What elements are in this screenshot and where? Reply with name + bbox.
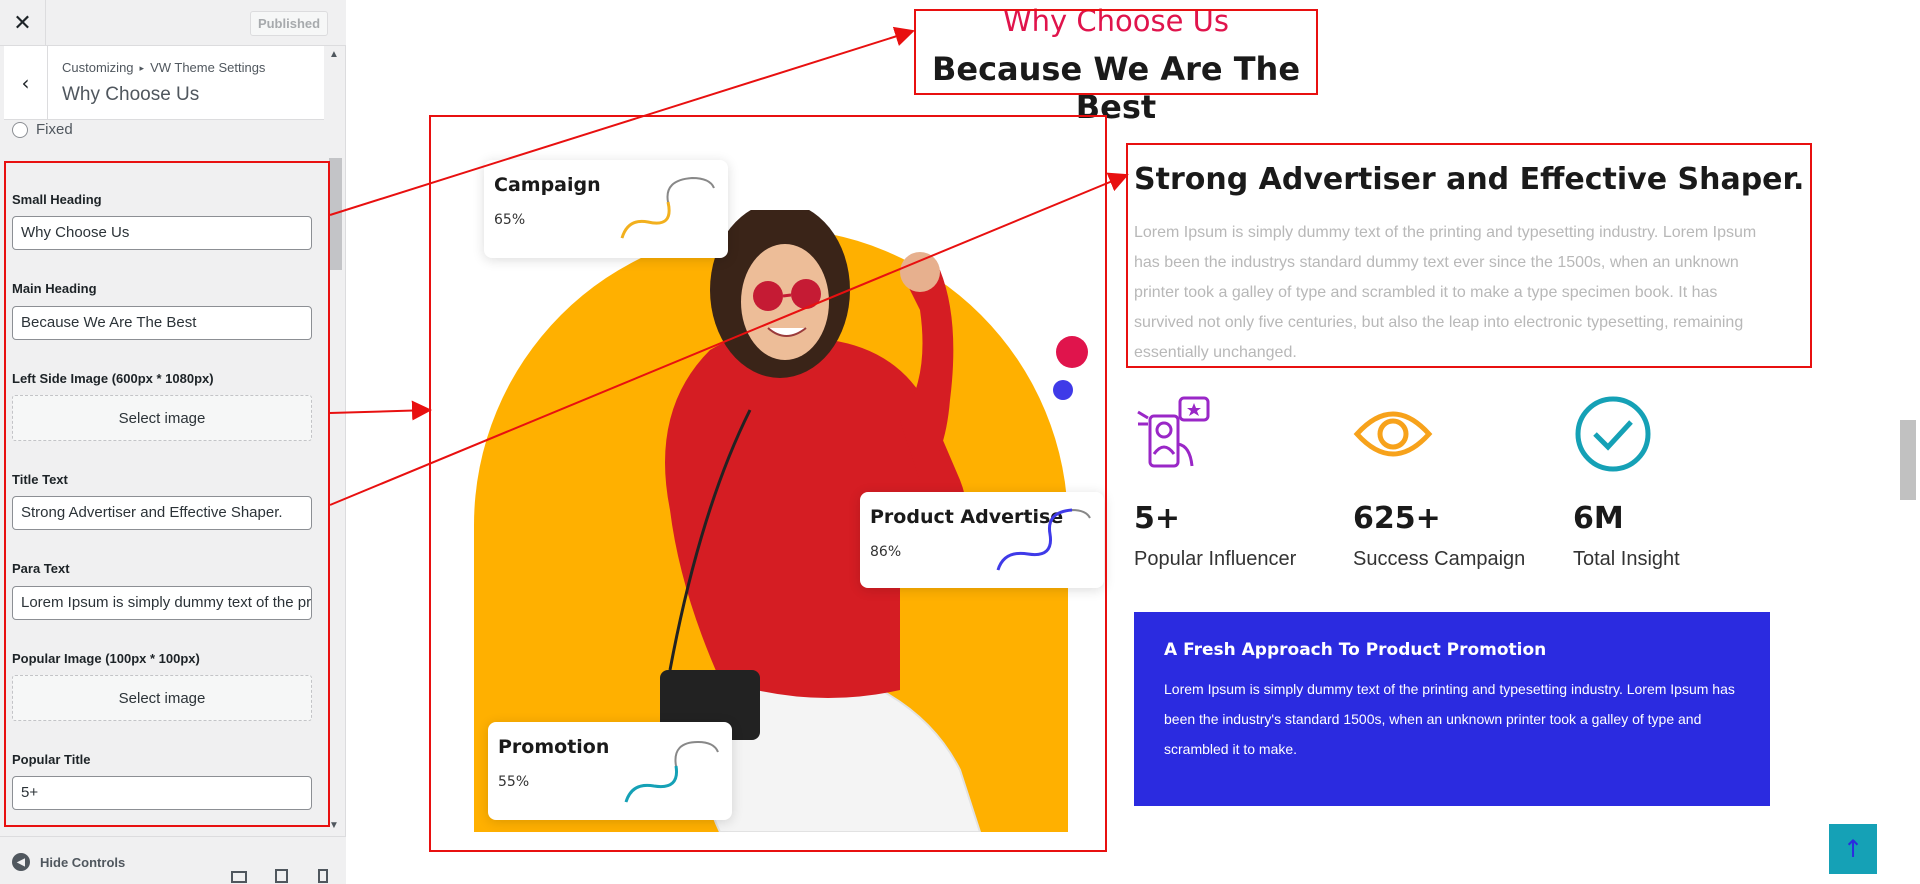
arrow-to-heading [329, 26, 915, 216]
arrow-to-text [329, 172, 1129, 506]
customizer-screen: ✕ Published ‹ Customizing ▸ VW Theme Setti… [0, 0, 1920, 884]
annotation-arrows [329, 26, 1129, 506]
arrow-to-image [329, 400, 432, 421]
